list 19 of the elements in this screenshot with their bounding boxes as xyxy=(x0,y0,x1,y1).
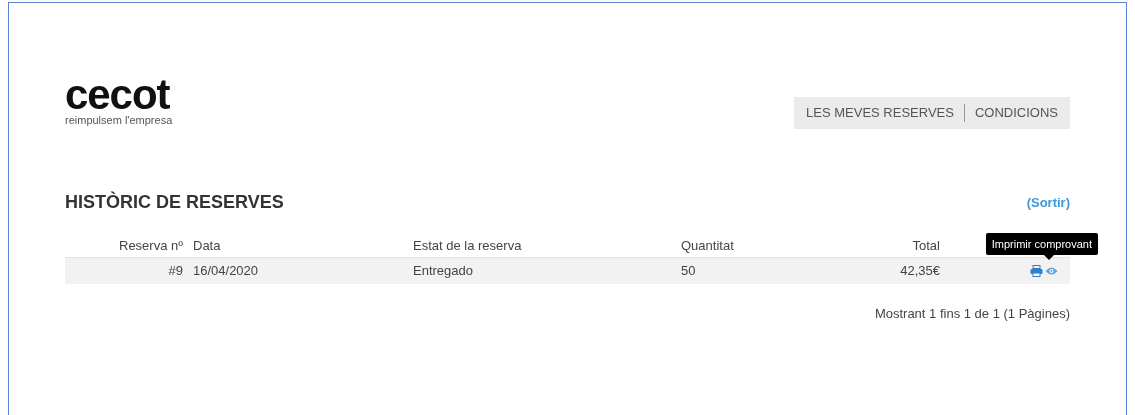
column-header: Data xyxy=(193,236,222,255)
column-header: Total xyxy=(911,236,940,255)
section-title: HISTÒRIC DE RESERVES xyxy=(65,190,284,214)
table-cell-text: #9 xyxy=(167,262,184,281)
column-header: Estat de la reserva xyxy=(413,236,523,255)
column-header: Reserva nº xyxy=(118,236,184,255)
logo: cecot xyxy=(65,77,170,113)
table-cell-text: Entregado xyxy=(413,262,474,281)
eye-icon[interactable] xyxy=(1045,266,1058,276)
printer-icon[interactable] xyxy=(1030,265,1043,277)
table-cell-text: 50 xyxy=(681,262,697,281)
logo-tagline: reimpulsem l'empresa xyxy=(65,113,173,127)
table-cell-text: 16/04/2020 xyxy=(193,262,260,281)
tooltip-arrow xyxy=(1043,255,1054,260)
table-cell-text: 42,35€ xyxy=(899,262,940,281)
nav-link[interactable]: LES MEVES RESERVES xyxy=(806,103,954,123)
nav-link[interactable]: CONDICIONS xyxy=(974,103,1058,123)
column-header: Quantitat xyxy=(681,236,735,255)
pagination-info: Mostrant 1 fins 1 de 1 (1 Pàgines) xyxy=(874,305,1070,323)
